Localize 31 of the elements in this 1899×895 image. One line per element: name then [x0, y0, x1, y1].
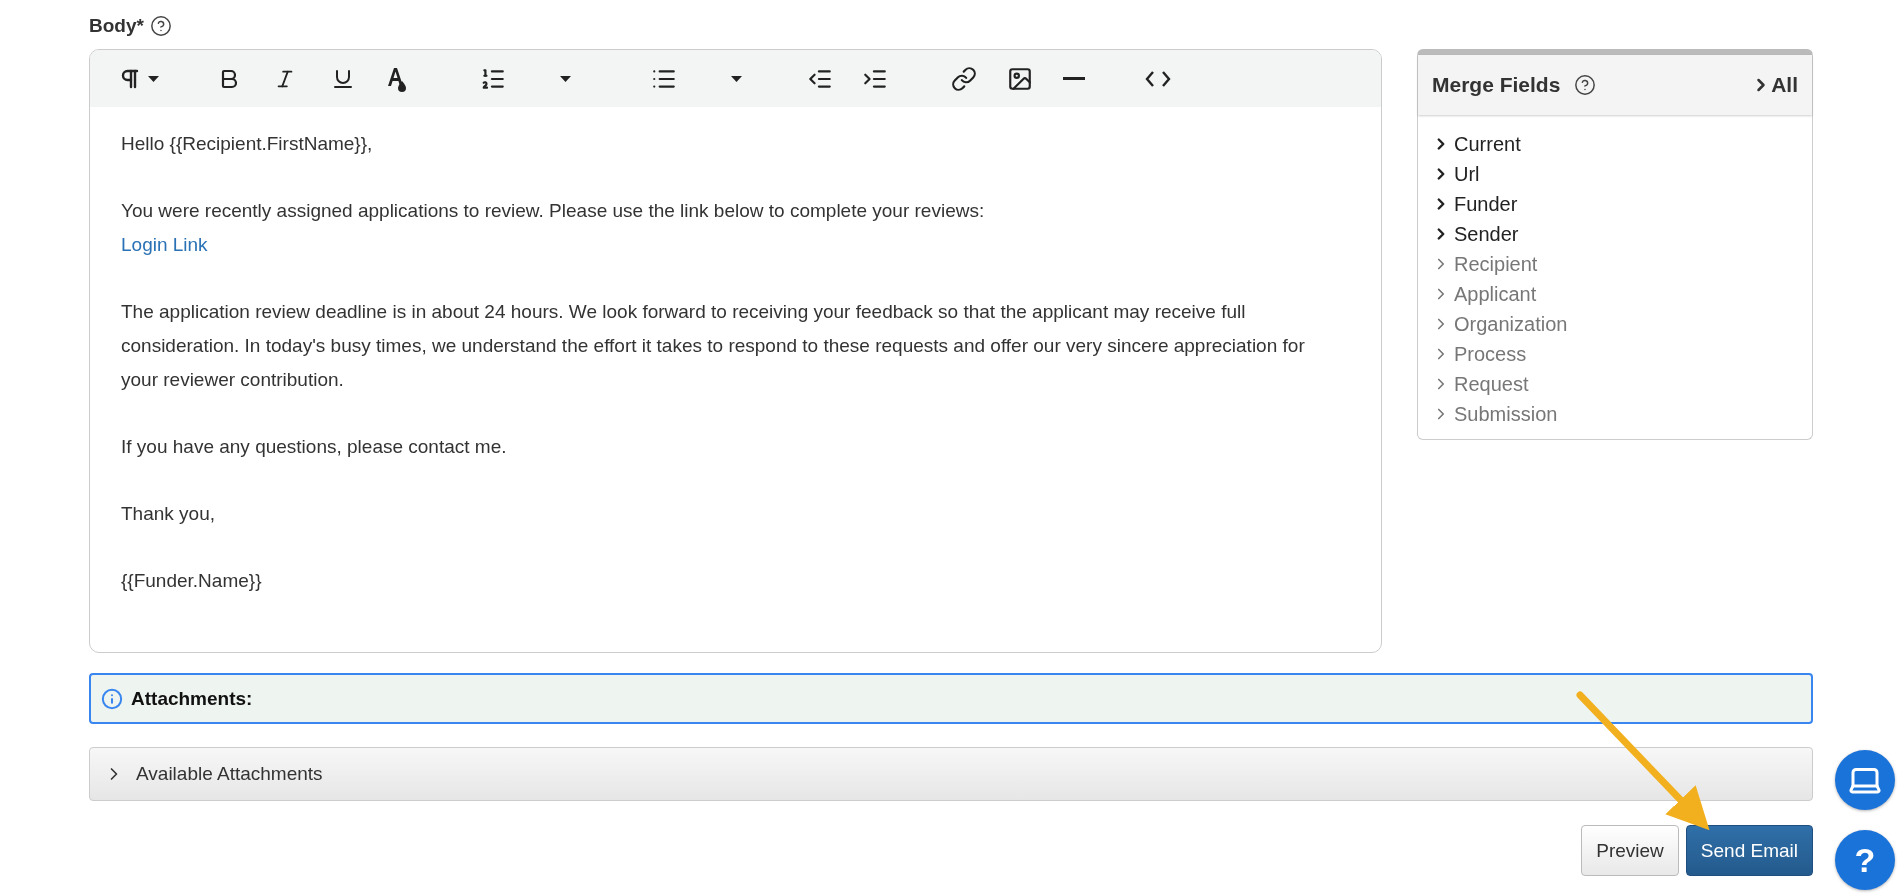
merge-field-item[interactable]: Sender [1432, 219, 1798, 249]
email-paragraph: You were recently assigned applications to review. Please use the link below to complete your reviews: Login Link [121, 194, 1319, 262]
training-button[interactable] [1835, 750, 1895, 810]
horizontal-rule-icon [1063, 77, 1085, 80]
rich-text-editor[interactable] [89, 49, 1382, 653]
caret-icon [148, 75, 159, 82]
info-icon [101, 687, 123, 710]
link-icon [951, 65, 977, 92]
caret-icon [731, 75, 742, 82]
help-icon[interactable] [149, 15, 172, 37]
panel-title: Merge Fields [1432, 73, 1561, 97]
send-button[interactable]: Send Email [1685, 825, 1813, 876]
help-button[interactable]: ? [1835, 830, 1895, 890]
email-paragraph: Hello {{Recipient.FirstName}}, [121, 132, 374, 156]
attachments-label: Attachments: [131, 687, 253, 710]
merge-field-item[interactable]: Url [1432, 159, 1798, 189]
merge-field-item[interactable]: Current [1432, 129, 1798, 159]
caret-icon [560, 75, 571, 82]
field-label: Body* [89, 15, 144, 37]
help-icon[interactable] [1574, 74, 1597, 96]
preview-button[interactable]: Preview [1581, 825, 1679, 876]
available-attachments-toggle[interactable]: Available Attachments [89, 747, 1813, 801]
image-icon [1007, 65, 1033, 92]
all-link[interactable]: All [1751, 73, 1798, 97]
email-paragraph: The application review deadline is in about 24 hours. We look forward to receiving your feedback so that the applicant may receive full consideration. In today's busy times, we understand the effort it takes to respond to these requests and offer our very sincere appreciation for your reviewer contribution. [121, 300, 1306, 392]
email-paragraph: Thank you, [121, 502, 216, 526]
login-link[interactable]: Login Link [121, 228, 208, 262]
merge-field-item[interactable]: Funder [1432, 189, 1798, 219]
email-paragraph: If you have any questions, please contact me. [121, 435, 508, 459]
text-color-icon [386, 65, 408, 92]
email-paragraph: {{Funder.Name}} [121, 569, 263, 593]
